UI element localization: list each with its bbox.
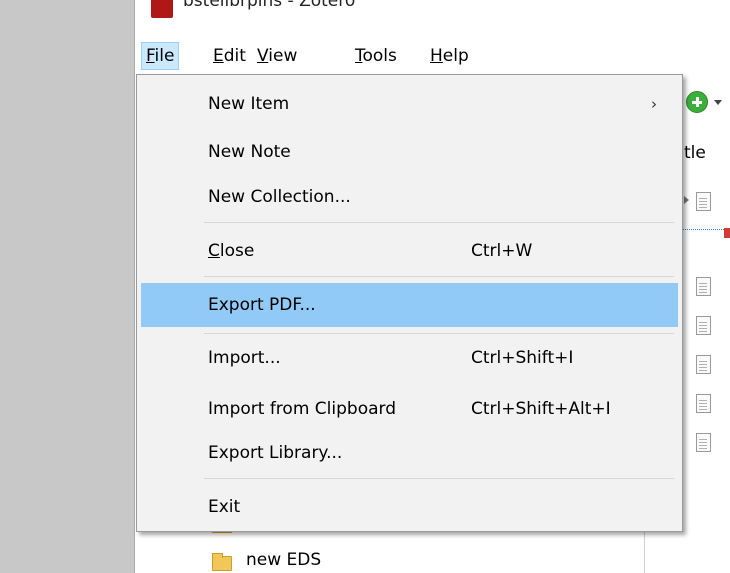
menu-separator — [204, 333, 674, 334]
chevron-down-icon[interactable] — [714, 100, 722, 105]
collection-item-label[interactable]: new EDS — [246, 550, 321, 570]
menu-help[interactable]: Help — [426, 42, 473, 70]
title-bar: bstelibrpins - Zotero — [135, 0, 730, 30]
menu-item-new-item[interactable]: New Item › — [141, 85, 678, 123]
pdf-icon — [724, 228, 730, 238]
items-column-header[interactable]: tle — [684, 143, 706, 163]
document-icon — [696, 277, 711, 296]
document-icon — [696, 316, 711, 335]
menu-item-import[interactable]: Import... Ctrl+Shift+I — [141, 339, 678, 377]
window-title: bstelibrpins - Zotero — [183, 0, 356, 11]
menu-bar: File Edit View Tools Help — [135, 40, 730, 70]
file-menu-dropdown: New Item › New Note New Collection... Cl… — [136, 74, 683, 532]
document-icon — [696, 433, 711, 452]
row-focus-outline — [682, 229, 730, 230]
menu-item-export-library[interactable]: Export Library... — [141, 434, 678, 472]
menu-item-exit[interactable]: Exit — [141, 488, 678, 526]
menu-edit[interactable]: Edit — [209, 42, 250, 70]
new-item-icon[interactable] — [686, 91, 708, 113]
zotero-app-icon — [151, 0, 173, 18]
menu-item-export-pdf[interactable]: Export PDF... — [141, 283, 678, 327]
document-icon — [696, 394, 711, 413]
folder-icon — [212, 553, 232, 571]
menu-view[interactable]: View — [253, 42, 301, 70]
menu-item-new-note[interactable]: New Note — [141, 133, 678, 171]
menu-file[interactable]: File — [141, 42, 180, 70]
menu-item-close[interactable]: Close Ctrl+W — [141, 232, 678, 270]
menu-tools[interactable]: Tools — [351, 42, 401, 70]
document-icon — [696, 192, 711, 211]
expand-twisty-icon[interactable] — [684, 196, 689, 204]
menu-item-new-collection[interactable]: New Collection... — [141, 178, 678, 216]
chevron-right-icon: › — [651, 95, 657, 113]
menu-separator — [204, 222, 674, 223]
menu-separator — [204, 276, 674, 277]
background-window-area — [0, 0, 134, 573]
menu-separator — [204, 478, 674, 479]
document-icon — [696, 355, 711, 374]
menu-item-import-from-clipboard[interactable]: Import from Clipboard Ctrl+Shift+Alt+I — [141, 390, 678, 428]
